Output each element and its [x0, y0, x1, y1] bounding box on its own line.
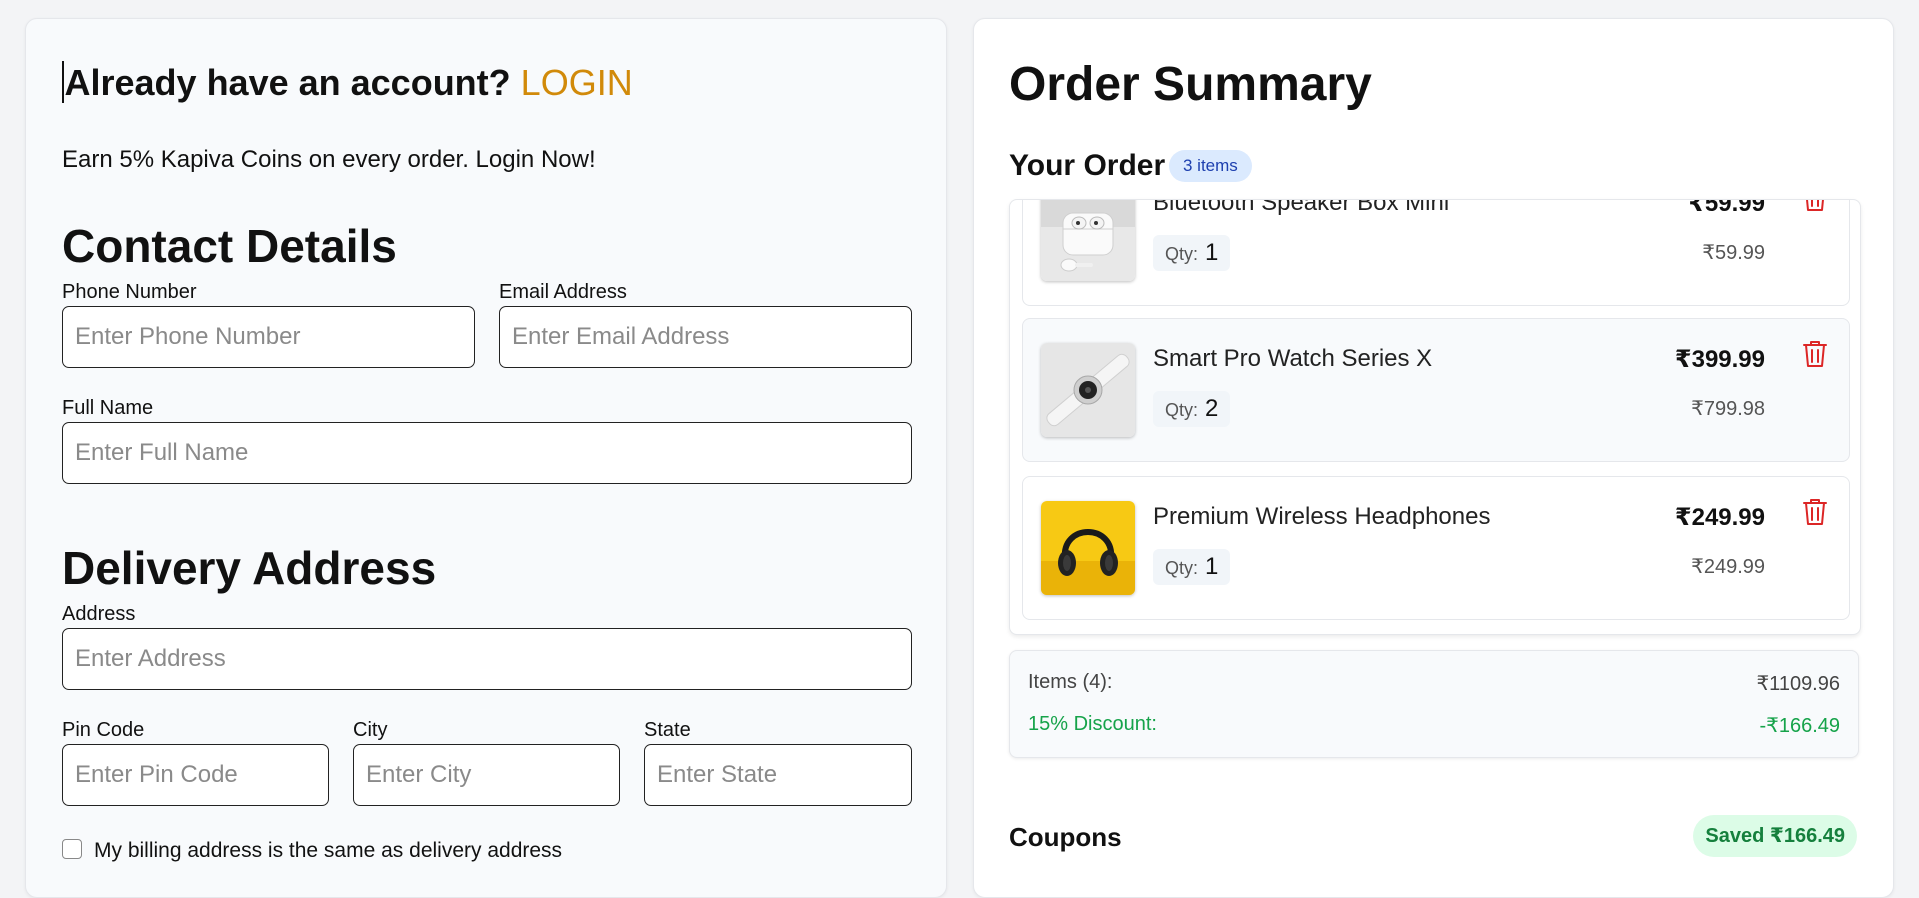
- phone-label: Phone Number: [62, 281, 197, 303]
- headphones-image: [1041, 501, 1135, 595]
- delete-item-button[interactable]: [1801, 200, 1829, 213]
- qty-value: 1: [1205, 553, 1219, 580]
- order-summary-heading: Order Summary: [1009, 58, 1372, 111]
- delivery-address-heading: Delivery Address: [62, 542, 437, 594]
- items-total-row: Items (4): ₹1109.96: [1028, 671, 1840, 695]
- smartwatch-image: [1041, 343, 1135, 437]
- trash-icon: [1806, 200, 1824, 211]
- order-item: Smart Pro Watch Series X Qty: 2 ₹399.99 …: [1022, 318, 1850, 462]
- email-input[interactable]: [499, 306, 912, 368]
- coupons-heading: Coupons: [1009, 822, 1122, 852]
- item-name: Premium Wireless Headphones: [1153, 503, 1491, 530]
- discount-value: -₹166.49: [1759, 715, 1840, 737]
- item-price: ₹399.99: [1674, 346, 1765, 373]
- checkout-form-panel: Already have an account? LOGIN Earn 5% K…: [25, 18, 947, 898]
- order-summary-panel: Order Summary Your Order 3 items Bluetoo…: [973, 18, 1894, 898]
- order-item: Bluetooth Speaker Box Mini Qty: 1 ₹59.99…: [1022, 199, 1850, 306]
- items-count-label: Items (4):: [1028, 671, 1113, 693]
- login-prompt-text: Already have an account?: [64, 62, 511, 103]
- address-label: Address: [62, 603, 136, 625]
- qty-value: 1: [1205, 239, 1219, 266]
- item-total: ₹59.99: [1702, 242, 1765, 264]
- address-input[interactable]: [62, 628, 912, 690]
- discount-label: 15% Discount:: [1028, 713, 1157, 735]
- price-breakdown: Items (4): ₹1109.96 15% Discount: -₹166.…: [1009, 650, 1859, 758]
- qty-label: Qty:: [1165, 400, 1199, 420]
- order-items-list[interactable]: Bluetooth Speaker Box Mini Qty: 1 ₹59.99…: [1009, 199, 1861, 635]
- qty-indicator: Qty: 1: [1153, 235, 1231, 271]
- qty-indicator: Qty: 1: [1153, 549, 1231, 585]
- text-caret: [62, 61, 64, 103]
- state-label: State: [644, 719, 691, 741]
- item-total: ₹799.98: [1691, 398, 1765, 420]
- trash-icon: [1803, 499, 1827, 525]
- delete-item-button[interactable]: [1801, 497, 1829, 527]
- qty-value: 2: [1205, 395, 1219, 422]
- billing-same-label[interactable]: My billing address is the same as delive…: [94, 839, 562, 863]
- city-label: City: [353, 719, 388, 741]
- login-link[interactable]: LOGIN: [521, 62, 633, 103]
- item-price: ₹59.99: [1688, 199, 1765, 217]
- email-label: Email Address: [499, 281, 627, 303]
- saved-amount-badge: Saved ₹166.49: [1693, 815, 1857, 857]
- phone-input[interactable]: [62, 306, 475, 368]
- item-price: ₹249.99: [1674, 504, 1765, 531]
- qty-label: Qty:: [1165, 558, 1199, 578]
- pin-code-input[interactable]: [62, 744, 329, 806]
- item-name: Smart Pro Watch Series X: [1153, 345, 1433, 372]
- state-input[interactable]: [644, 744, 912, 806]
- discount-row: 15% Discount: -₹166.49: [1028, 713, 1840, 737]
- earbuds-image: [1041, 200, 1135, 281]
- delete-item-button[interactable]: [1801, 339, 1829, 369]
- contact-details-heading: Contact Details: [62, 220, 397, 272]
- qty-indicator: Qty: 2: [1153, 391, 1231, 427]
- full-name-input[interactable]: [62, 422, 912, 484]
- trash-icon: [1803, 341, 1827, 367]
- qty-label: Qty:: [1165, 244, 1199, 264]
- login-prompt: Already have an account? LOGIN: [62, 61, 633, 104]
- full-name-label: Full Name: [62, 397, 154, 419]
- coins-promo-text: Earn 5% Kapiva Coins on every order. Log…: [62, 146, 596, 173]
- item-name: Bluetooth Speaker Box Mini: [1153, 199, 1450, 216]
- items-total-value: ₹1109.96: [1756, 673, 1840, 695]
- your-order-heading: Your Order: [1009, 149, 1166, 182]
- pin-code-label: Pin Code: [62, 719, 145, 741]
- items-count-badge: 3 items: [1169, 150, 1252, 182]
- city-input[interactable]: [353, 744, 620, 806]
- item-total: ₹249.99: [1691, 556, 1765, 578]
- order-item: Premium Wireless Headphones Qty: 1 ₹249.…: [1022, 476, 1850, 620]
- billing-same-checkbox[interactable]: [62, 839, 82, 859]
